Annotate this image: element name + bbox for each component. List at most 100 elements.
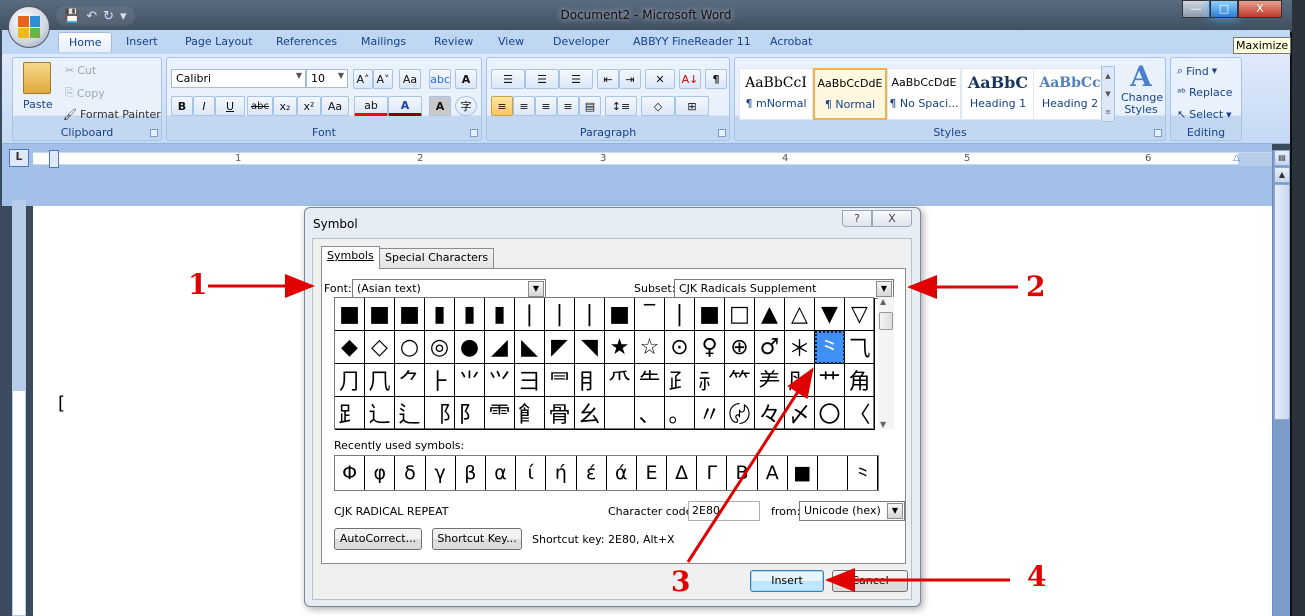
recent-symbol-cell[interactable]: γ <box>426 456 456 490</box>
style-no-spacing[interactable]: AaBbCcDdE ¶ No Spaci... <box>887 68 961 120</box>
dialog-close-button[interactable]: X <box>872 210 912 227</box>
right-indent-marker[interactable]: △ <box>1233 153 1240 163</box>
underline-button[interactable]: U <box>215 96 245 116</box>
symbol-cell[interactable]: ◎ <box>425 331 455 364</box>
recent-symbol-cell[interactable]: ■ <box>788 456 818 490</box>
symbol-cell[interactable]: ▮ <box>425 298 455 331</box>
font-size-combo[interactable]: 10 ▼ <box>306 69 348 88</box>
symbol-cell[interactable]: ○ <box>395 331 425 364</box>
symbol-cell[interactable]: ❘ <box>515 298 545 331</box>
from-select[interactable]: Unicode (hex) ▼ <box>799 501 905 521</box>
justify-button[interactable]: ≡ <box>557 96 579 116</box>
symbol-cell[interactable]: ⺼ <box>785 364 815 397</box>
line-spacing-button[interactable]: ↕≡ <box>605 96 637 116</box>
font-name-combo[interactable]: Calibri ▼ <box>171 69 306 88</box>
symbol-cell[interactable]: | <box>545 298 575 331</box>
symbol-cell[interactable]: ◇ <box>365 331 395 364</box>
styles-scroll[interactable]: ▲ ▼ ≡ <box>1101 66 1115 122</box>
symbol-cell[interactable]: □ <box>725 298 755 331</box>
symbol-cell[interactable] <box>605 397 635 430</box>
recent-symbol-cell[interactable]: ί <box>516 456 547 490</box>
scroll-thumb[interactable] <box>879 312 893 330</box>
symbol-cell[interactable]: ⺌ <box>455 364 485 397</box>
copy-button[interactable]: ⎘ Copy <box>65 86 105 100</box>
font-select[interactable]: (Asian text) ▼ <box>352 279 546 299</box>
text-highlight-button[interactable]: ab <box>354 96 388 116</box>
recent-symbol-cell[interactable]: δ <box>395 456 426 490</box>
symbol-cell[interactable]: ⺄ <box>845 331 875 364</box>
tab-review[interactable]: Review <box>434 35 473 48</box>
recent-symbol-cell[interactable]: ά <box>607 456 637 490</box>
cut-button[interactable]: ✂ Cut <box>65 64 96 77</box>
symbol-cell[interactable]: ⻞ <box>515 397 545 430</box>
symbol-cell[interactable]: ⊙ <box>665 331 695 364</box>
symbol-cell[interactable]: ⺶ <box>755 364 785 397</box>
recent-symbol-cell[interactable]: β <box>456 456 486 490</box>
recent-symbols[interactable]: Φφ δ γ β α ί ή έ ά Ε Δ Γ Β Α ■ ⺀ <box>334 455 879 491</box>
tab-abbyy[interactable]: ABBYY FineReader 11 <box>633 35 751 48</box>
symbol-cell[interactable]: ■ <box>335 298 365 331</box>
symbol-cell[interactable]: ☆ <box>635 331 665 364</box>
clipboard-launcher[interactable] <box>150 129 158 137</box>
subscript-button[interactable]: x₂ <box>273 96 297 116</box>
symbol-cell[interactable]: ■ <box>605 298 635 331</box>
enclose-characters-button[interactable]: 字 <box>455 96 477 116</box>
symbol-cell[interactable]: ■ <box>695 298 725 331</box>
symbol-grid-scrollbar[interactable]: ▲ ▼ <box>878 297 894 429</box>
bold-button[interactable]: B <box>171 96 193 116</box>
recent-symbol-cell[interactable]: Δ <box>667 456 698 490</box>
center-button[interactable]: ≡ <box>513 96 535 116</box>
symbol-cell[interactable]: 〄 <box>725 397 755 430</box>
tab-selector-button[interactable]: L <box>9 149 29 167</box>
symbol-cell[interactable]: ⻆ <box>845 364 875 397</box>
recent-symbol-cell[interactable]: Γ <box>697 456 728 490</box>
paste-button[interactable]: Paste <box>23 98 53 111</box>
symbol-cell[interactable]: ⺾ <box>815 364 845 397</box>
scroll-up-icon[interactable]: ▲ <box>880 297 886 306</box>
symbol-cell[interactable]: ＊ <box>785 331 815 364</box>
symbol-cell-selected[interactable]: ⺀ <box>815 331 845 364</box>
tab-acrobat[interactable]: Acrobat <box>770 35 812 48</box>
customize-qat-icon[interactable]: ▾ <box>120 9 127 24</box>
autocorrect-button[interactable]: AutoCorrect... <box>334 528 422 550</box>
ruler-toggle-button[interactable]: ▤ <box>1274 150 1290 166</box>
symbol-cell[interactable]: ⻊ <box>335 397 365 430</box>
symbol-cell[interactable]: | <box>575 298 605 331</box>
symbol-cell[interactable]: ⺍ <box>485 364 515 397</box>
symbol-cell[interactable]: ‾ <box>635 298 665 331</box>
align-left-button[interactable]: ≡ <box>491 96 513 116</box>
symbol-cell[interactable]: 〃 <box>695 397 725 430</box>
subset-select[interactable]: CJK Radicals Supplement ▼ <box>674 279 894 299</box>
insert-button[interactable]: Insert <box>750 570 824 592</box>
phonetic-guide-button[interactable]: abc <box>429 69 451 89</box>
scroll-up-button[interactable]: ▲ <box>1274 167 1290 183</box>
symbol-cell[interactable]: ★ <box>605 331 635 364</box>
symbol-cell[interactable]: 〈 <box>845 397 875 430</box>
align-right-button[interactable]: ≡ <box>535 96 557 116</box>
shrink-font-button[interactable]: A˅ <box>373 69 393 89</box>
office-button[interactable] <box>8 6 50 48</box>
symbol-cell[interactable]: ▮ <box>485 298 515 331</box>
symbol-cell[interactable]: ⺊ <box>425 364 455 397</box>
borders-button[interactable]: ⊞ <box>675 96 709 116</box>
strikethrough-button[interactable]: abc <box>247 96 273 116</box>
bullets-button[interactable]: ☰ <box>491 69 525 89</box>
tab-home[interactable]: Home <box>58 32 113 52</box>
symbol-cell[interactable]: ● <box>455 331 485 364</box>
symbol-cell[interactable]: ♀ <box>695 331 725 364</box>
font-launcher[interactable] <box>470 129 478 137</box>
symbol-cell[interactable]: | <box>665 298 695 331</box>
character-code-input[interactable]: 2E80 <box>688 501 760 521</box>
symbol-cell[interactable]: ⻍ <box>395 397 425 430</box>
symbol-cell[interactable]: ⺧ <box>635 364 665 397</box>
distributed-button[interactable]: ▤ <box>579 96 601 116</box>
symbol-cell[interactable]: ⺜ <box>545 364 575 397</box>
styles-launcher[interactable] <box>1154 129 1162 137</box>
symbol-grid[interactable]: ■ ■ ■ ▮ ▮ ▮ ❘ | | ■ ‾ | ■ □ ▲ △ ▼ ▽ ◆ ◇ ○ ◎ ● ◢ ◣ ◤ ◥ ★ ☆ ⊙ ♀ ⊕ ♂ ＊⺀⺄⺆⺇⺈⺊… <box>334 297 875 430</box>
symbol-cell[interactable]: ◤ <box>545 331 575 364</box>
recent-symbol-cell[interactable]: α <box>486 456 517 490</box>
select-button[interactable]: ↖ Select ▼ <box>1177 108 1232 121</box>
symbol-cell[interactable]: 幺 <box>575 397 605 430</box>
indent-marker[interactable] <box>49 150 59 168</box>
symbol-cell[interactable]: ▽ <box>845 298 875 331</box>
